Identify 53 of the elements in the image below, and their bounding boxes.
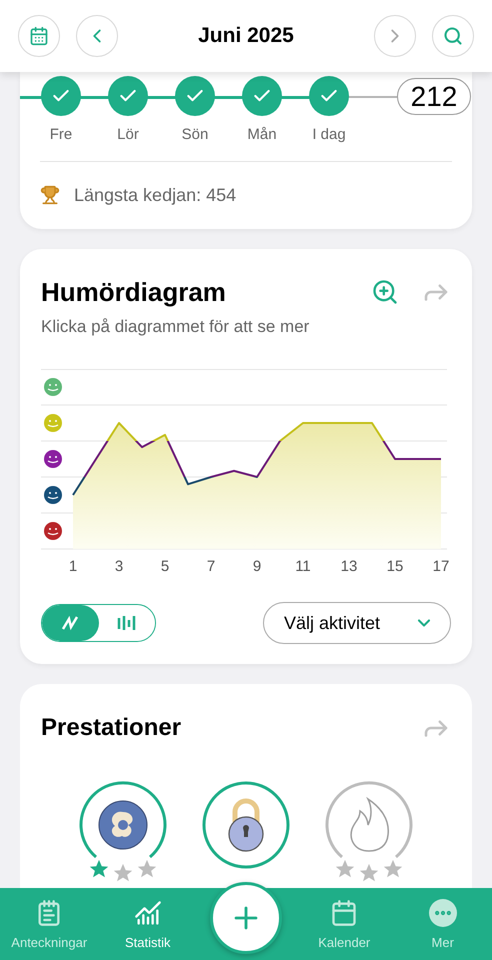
axis-label: 1	[68, 557, 78, 577]
day-label: Sön	[182, 125, 208, 145]
smiling-face-icon	[44, 414, 62, 432]
star-icon	[382, 858, 404, 880]
padlock-icon	[226, 798, 266, 852]
swirl-badge-icon	[98, 800, 148, 850]
card-title: Prestationer	[41, 713, 182, 743]
calendar-button[interactable]	[18, 15, 60, 57]
day-label: Fre	[50, 125, 72, 145]
search-icon	[443, 26, 463, 46]
star-icon	[88, 858, 110, 880]
axis-label: 15	[386, 557, 404, 577]
angry-face-icon	[44, 522, 62, 540]
trophy-icon	[40, 185, 60, 205]
day-label: Lör	[117, 125, 139, 145]
nav-tab[interactable]: Statistik	[98, 898, 197, 952]
month-title: Juni 2025	[197, 23, 295, 50]
star-icon	[112, 862, 134, 884]
star-icon	[136, 858, 158, 880]
more-icon	[428, 898, 457, 926]
star-icon	[334, 858, 356, 880]
axis-label: 9	[252, 557, 262, 577]
nav-tab[interactable]: Kalender	[295, 898, 394, 952]
axis-label: 13	[340, 557, 358, 577]
nav-tab[interactable]: Mer	[394, 898, 492, 952]
next-month-button[interactable]	[374, 15, 416, 57]
laughing-face-icon	[44, 378, 62, 396]
star-icon	[358, 862, 380, 884]
bar-chart-icon	[116, 613, 138, 633]
chart-icon	[134, 898, 162, 926]
add-button[interactable]	[210, 882, 282, 954]
card-title: Humördiagram	[41, 276, 226, 308]
axis-label: 3	[114, 557, 124, 577]
card-subtitle: Klicka på diagrammet för att se mer	[41, 316, 310, 338]
axis-label: 7	[206, 557, 216, 577]
axis-label: 17	[432, 557, 450, 577]
nav-tab[interactable]: Anteckningar	[0, 898, 98, 952]
zoom-icon[interactable]	[371, 278, 399, 306]
streak-counter: 212	[397, 78, 471, 115]
neutral-face-icon	[44, 450, 62, 468]
line-view-button[interactable]	[42, 605, 98, 641]
longest-streak: Längsta kedjan: 454	[74, 184, 236, 207]
axis-label: 11	[294, 557, 312, 577]
search-button[interactable]	[432, 15, 474, 57]
activity-dropdown[interactable]: Välj aktivitet	[263, 602, 451, 644]
axis-label: 5	[160, 557, 170, 577]
previous-month-button[interactable]	[76, 15, 118, 57]
line-chart-icon	[60, 613, 80, 633]
sad-face-icon	[44, 486, 62, 504]
day-label: I dag	[312, 125, 346, 145]
calendar-icon	[330, 898, 358, 926]
calendar-icon	[29, 26, 49, 46]
day-label: Mån	[247, 125, 277, 145]
